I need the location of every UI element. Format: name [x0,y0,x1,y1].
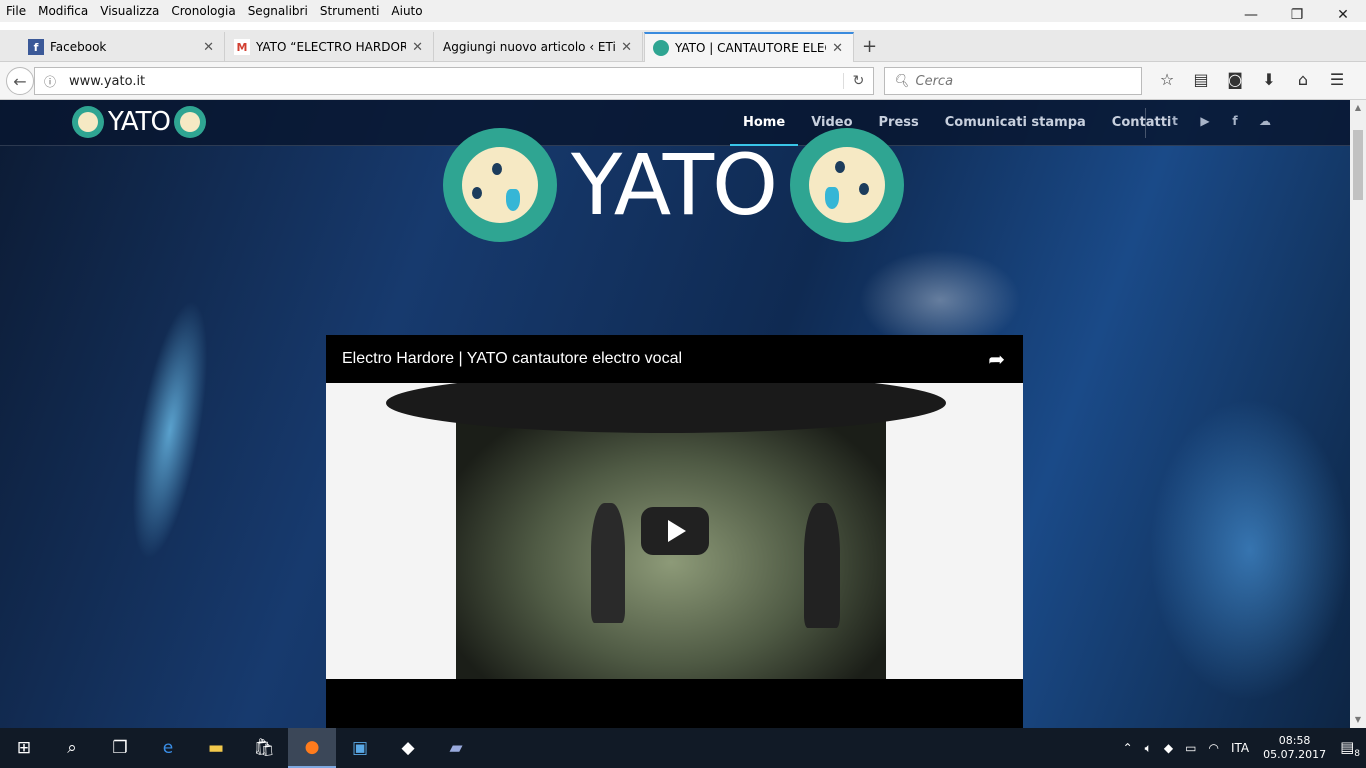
reload-icon[interactable]: ↻ [843,73,873,89]
tab-close-icon[interactable]: ✕ [832,41,843,56]
tab-facebook[interactable]: f Facebook ✕ [20,32,225,62]
time: 08:58 [1278,734,1311,747]
site-logo[interactable]: YATO [72,106,206,138]
video-player[interactable]: Electro Hardore | YATO cantautore electr… [326,335,1023,728]
facebook-icon: f [28,39,44,55]
menu-visualizza[interactable]: Visualizza [94,4,165,18]
nav-bar: ← ⓘ www.yato.it ↻ 🔍︎ ☆ ▤ ◙ ⬇ ⌂ ☰ [0,62,1366,100]
tab-close-icon[interactable]: ✕ [412,40,423,55]
play-button[interactable] [641,507,709,555]
minimize-icon[interactable]: — [1228,0,1274,30]
back-icon[interactable]: ← [6,67,34,95]
share-icon[interactable]: ➦ [988,347,1005,371]
firefox-icon[interactable]: ● [288,728,336,768]
reader-list-icon[interactable]: ▤ [1184,70,1218,89]
tab-gmail[interactable]: M YATO “ELECTRO HARDORE” ✕ [226,32,434,62]
taskbar: ⊞ ⌕ ❐ e ▬ 🛍︎ ● ▣ ◆ ▰ ⌃ 🔈︎ ◆ ▭ ◠ ITA 08:5… [0,728,1366,768]
volume-icon[interactable]: 🔈︎ [1139,741,1158,756]
scrollbar-thumb[interactable] [1353,130,1363,200]
menu-modifica[interactable]: Modifica [32,4,94,18]
file-explorer-icon[interactable]: ▬ [192,728,240,768]
notification-count: 8 [1354,748,1360,759]
app-icon[interactable]: ▰ [432,728,480,768]
tab-bar: f Facebook ✕ M YATO “ELECTRO HARDORE” ✕ … [0,30,1366,62]
tab-title: YATO “ELECTRO HARDORE” [256,40,407,54]
bookmark-star-icon[interactable]: ☆ [1150,70,1184,89]
window-controls: — ❐ ✕ [1228,0,1366,30]
toolbar-icons: ☆ ▤ ◙ ⬇ ⌂ ☰ [1150,70,1354,89]
soundcloud-icon[interactable]: ☁ [1250,114,1280,128]
store-icon[interactable]: 🛍︎ [240,728,288,768]
tab-title: Facebook [50,40,107,54]
date: 05.07.2017 [1263,748,1327,761]
search-box[interactable]: 🔍︎ [884,67,1142,95]
tab-title: YATO | CANTAUTORE ELECT [675,41,827,55]
menu-segnalibri[interactable]: Segnalibri [242,4,314,18]
battery-icon[interactable]: ▭ [1179,741,1202,755]
show-hidden-icons[interactable]: ⌃ [1117,741,1139,755]
scroll-down-icon[interactable]: ▼ [1350,712,1366,728]
search-icon[interactable]: ⌕ [48,728,96,768]
search-input[interactable] [915,73,1141,89]
hero-logo-text: YATO [571,136,778,234]
language-indicator[interactable]: ITA [1225,741,1255,755]
new-tab-icon[interactable]: + [862,36,877,57]
app-icon[interactable]: ▣ [336,728,384,768]
clock[interactable]: 08:58 05.07.2017 [1255,734,1334,762]
download-icon[interactable]: ⬇ [1252,70,1286,89]
info-icon[interactable]: ⓘ [39,73,61,90]
dropbox-icon[interactable]: ◆ [1158,741,1179,755]
yato-icon [653,40,669,56]
video-thumbnail[interactable] [326,383,1023,679]
yato-face-icon [790,128,905,242]
video-title[interactable]: Electro Hardore | YATO cantautore electr… [326,335,1023,383]
logo-text: YATO [108,107,171,137]
url-text[interactable]: www.yato.it [61,74,843,89]
dropbox-icon[interactable]: ◆ [384,728,432,768]
wifi-icon[interactable]: ◠ [1202,741,1224,755]
yato-face-icon [173,106,206,138]
tab-close-icon[interactable]: ✕ [203,40,214,55]
address-bar[interactable]: ⓘ www.yato.it ↻ [34,67,874,95]
divider [1145,108,1146,138]
social-links: t ▶ f ☁ [1160,114,1280,128]
yato-face-icon [72,106,104,138]
hamburger-menu-icon[interactable]: ☰ [1320,70,1354,89]
menu-file[interactable]: File [0,4,32,18]
youtube-icon[interactable]: ▶ [1190,114,1220,128]
stage-light [117,296,223,564]
gmail-icon: M [234,39,250,55]
tab-title: Aggiungi nuovo articolo ‹ ETiCin [443,40,616,54]
page-scrollbar[interactable]: ▲ ▼ [1350,100,1366,728]
menu-bar: File Modifica Visualizza Cronologia Segn… [0,0,1366,22]
home-icon[interactable]: ⌂ [1286,70,1320,89]
menu-strumenti[interactable]: Strumenti [314,4,386,18]
facebook-icon[interactable]: f [1220,114,1250,128]
menu-cronologia[interactable]: Cronologia [165,4,241,18]
web-page: YATO Home Video Press Comunicati stampa … [0,100,1350,728]
scroll-up-icon[interactable]: ▲ [1350,100,1366,116]
tab-eticin[interactable]: Aggiungi nuovo articolo ‹ ETiCin ✕ [435,32,643,62]
notification-center-icon[interactable]: ▤8 [1334,738,1366,759]
nav-comunicati-stampa[interactable]: Comunicati stampa [932,100,1099,146]
yato-face-icon [443,128,557,242]
thumbnail-figure [804,503,840,628]
restore-icon[interactable]: ❐ [1274,0,1320,30]
search-icon: 🔍︎ [893,73,910,89]
tab-close-icon[interactable]: ✕ [621,40,632,55]
thumbnail-figure [591,503,625,623]
windows-start-icon[interactable]: ⊞ [0,728,48,768]
system-tray: ⌃ 🔈︎ ◆ ▭ ◠ ITA 08:58 05.07.2017 ▤8 [1117,728,1366,768]
hero-logo: YATO [443,128,905,242]
close-icon[interactable]: ✕ [1320,0,1366,30]
play-icon [668,520,686,542]
pocket-icon[interactable]: ◙ [1218,70,1252,89]
task-view-icon[interactable]: ❐ [96,728,144,768]
stage-light [1150,400,1350,700]
tab-yato[interactable]: YATO | CANTAUTORE ELECT ✕ [644,32,854,62]
twitter-icon[interactable]: t [1160,114,1190,128]
edge-icon[interactable]: e [144,728,192,768]
menu-aiuto[interactable]: Aiuto [385,4,428,18]
